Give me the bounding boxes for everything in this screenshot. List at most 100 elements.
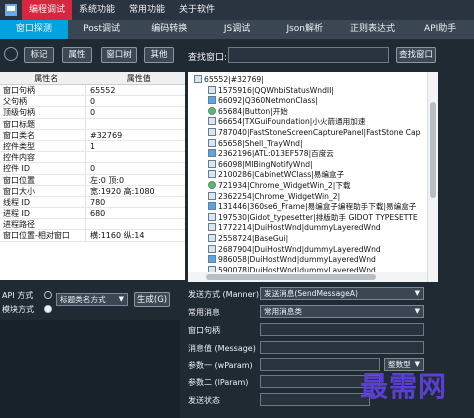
tab-json-parse[interactable]: Json解析 xyxy=(271,20,339,39)
property-row[interactable]: 窗口句柄 65552 xyxy=(0,85,185,97)
window-icon xyxy=(208,212,216,221)
property-row[interactable]: 顶级句柄 0 xyxy=(0,107,185,119)
window-tree-button[interactable]: 窗口树 xyxy=(101,47,137,63)
tree-node[interactable]: 65684|Button|开始 xyxy=(208,106,288,117)
property-value xyxy=(86,119,185,129)
generate-button[interactable]: 生成(G) xyxy=(134,292,170,307)
tab-regex[interactable]: 正则表达式 xyxy=(339,20,407,39)
property-value: 宽:1920 高:1080 xyxy=(90,186,155,196)
search-window-input[interactable] xyxy=(228,47,389,63)
tree-node-label: 2362196|ATL:013EF578|百度云 xyxy=(218,149,334,159)
send-status-label: 发送状态 xyxy=(188,396,220,405)
tree-vertical-scrollbar[interactable] xyxy=(427,72,438,282)
properties-button[interactable]: 属性 xyxy=(62,47,92,63)
window-icon xyxy=(208,138,216,147)
property-row[interactable]: 窗口位置 左:0 顶:0 xyxy=(0,174,185,186)
tree-node[interactable]: 197530|Gidot_typesetter|排版助手 GIDOT TYPES… xyxy=(208,212,418,223)
tree-node-label: 66098|MIBingNotifyWnd| xyxy=(218,159,313,169)
tree-node-label: 1575916|QQWhbiStatusWndII| xyxy=(218,85,334,95)
property-value: 0 xyxy=(90,108,96,118)
tab-encoding-convert[interactable]: 编码转换 xyxy=(135,20,203,39)
property-name: 窗口句柄 xyxy=(0,85,86,96)
tree-node[interactable]: 65658|Shell_TrayWnd| xyxy=(208,138,303,149)
tree-node-label: 1772214|DuiHostWnd|dummyLayeredWnd xyxy=(218,223,381,233)
tab-window-probe[interactable]: 窗口探测 xyxy=(0,20,68,39)
property-row[interactable]: 线程 ID 780 xyxy=(0,196,185,209)
property-name: 窗口大小 xyxy=(0,185,86,196)
crosshair-icon[interactable] xyxy=(4,47,18,61)
tree-horizontal-scrollbar[interactable] xyxy=(188,272,427,282)
tab-post-debug[interactable]: Post调试 xyxy=(68,20,136,39)
tree-node[interactable]: 1575916|QQWhbiStatusWndII| xyxy=(208,85,334,96)
menu-system-functions[interactable]: 系统功能 xyxy=(72,0,122,20)
search-window-label: 查找窗口: xyxy=(188,53,228,63)
tree-node-label: 787040|FastStoneScreenCapturePanel|FastS… xyxy=(218,128,421,137)
property-value-header: 属性值 xyxy=(126,74,151,83)
param2-label: 参数二 (lParam) xyxy=(188,378,249,387)
tree-hscroll-thumb[interactable] xyxy=(206,274,376,280)
property-name: 进程路径 xyxy=(0,219,86,230)
module-mode-radio[interactable] xyxy=(44,305,52,313)
tree-node[interactable]: 721934|Chrome_WidgetWin_2|下载 xyxy=(208,180,351,191)
send-mode-select[interactable]: 发送消息(SendMessageA) ▼ xyxy=(260,287,424,300)
menu-common-functions[interactable]: 常用功能 xyxy=(122,0,172,20)
tree-node[interactable]: 1772214|DuiHostWnd|dummyLayeredWnd xyxy=(208,222,381,233)
tab-api-helper[interactable]: API助手 xyxy=(406,20,474,39)
api-mode-label: API 方式 xyxy=(2,291,34,300)
search-window-button[interactable]: 查找窗口 xyxy=(396,47,436,63)
property-row[interactable]: 窗口标题 xyxy=(0,118,185,130)
property-value: 左:0 顶:0 xyxy=(90,175,125,185)
mode-select[interactable]: 标题类名方式 ▼ xyxy=(56,293,128,306)
code-output-area[interactable] xyxy=(0,320,180,418)
tree-node[interactable]: 2687904|DuiHostWnd|dummyLayeredWnd xyxy=(208,244,381,255)
tree-root-node[interactable]: 65552|#32769| xyxy=(194,74,264,85)
property-row[interactable]: 进程 ID 680 xyxy=(0,208,185,220)
tree-node[interactable]: 986058|DuiHostWnd|dummyLayeredWnd xyxy=(208,254,376,265)
property-row[interactable]: 窗口类名 #32769 xyxy=(0,129,185,141)
property-row[interactable]: 窗口大小 宽:1920 高:1080 xyxy=(0,185,185,197)
send-mode-label: 发送方式 (Manner) xyxy=(188,290,259,299)
window-icon xyxy=(208,149,216,158)
window-icon xyxy=(208,170,216,179)
property-row[interactable]: 进程路径 xyxy=(0,219,185,231)
mark-button[interactable]: 标记 xyxy=(24,47,54,63)
tree-node[interactable]: 2558724|BaseGui| xyxy=(208,233,288,244)
tree-node[interactable]: 2100286|CabinetWClass|易编盒子 xyxy=(208,169,344,180)
property-value: 0 xyxy=(90,164,96,174)
tree-node-label: 66092|Q360NetmonClass| xyxy=(218,96,318,106)
property-name: 窗口标题 xyxy=(0,118,86,129)
property-row[interactable]: 控件类型 1 xyxy=(0,140,185,153)
message-value-input[interactable] xyxy=(260,341,424,354)
send-status-output xyxy=(260,393,370,406)
property-row[interactable]: 窗口位置-相对窗口 横:1160 纵:14 xyxy=(0,230,185,242)
property-name: 窗口类名 xyxy=(0,129,86,140)
property-row[interactable]: 控件 ID 0 xyxy=(0,163,185,175)
tab-js-debug[interactable]: JS调试 xyxy=(203,20,271,39)
other-button[interactable]: 其他 xyxy=(144,47,174,63)
property-row[interactable]: 控件内容 xyxy=(0,152,185,164)
chevron-down-icon: ▼ xyxy=(118,295,124,303)
tree-node[interactable]: 2362196|ATL:013EF578|百度云 xyxy=(208,148,334,159)
window-handle-input[interactable] xyxy=(260,323,424,336)
common-message-select[interactable]: 常用消息类 ▼ xyxy=(260,305,424,318)
property-value: 680 xyxy=(90,209,106,219)
tree-node[interactable]: 131446|360se6_Frame|易编盒子编程助手下载|易编盒子 xyxy=(208,201,416,212)
api-mode-radio[interactable] xyxy=(44,291,52,299)
menu-about[interactable]: 关于软件 xyxy=(172,0,222,20)
param1-label: 参数一 (wParam) xyxy=(188,361,253,370)
window-icon xyxy=(208,244,216,253)
property-row[interactable]: 父句柄 0 xyxy=(0,96,185,108)
tree-node[interactable]: 2362254|Chrome_WidgetWin_2| xyxy=(208,191,340,202)
property-name: 控件内容 xyxy=(0,152,86,163)
common-message-value: 常用消息类 xyxy=(264,307,302,316)
tree-node[interactable]: 66098|MIBingNotifyWnd| xyxy=(208,159,313,170)
tree-node[interactable]: 66654|TXGuiFoundation|小火箭通用加速 xyxy=(208,116,365,127)
window-handle-label: 窗口句柄 xyxy=(188,326,220,335)
watermark-logo: 最需网 xyxy=(360,370,448,403)
top-menu-bar: 编程调试 系统功能 常用功能 关于软件 xyxy=(0,0,474,20)
menu-programming-debug[interactable]: 编程调试 xyxy=(22,0,73,20)
tree-node[interactable]: 66092|Q360NetmonClass| xyxy=(208,95,318,106)
tree-node[interactable]: 787040|FastStoneScreenCapturePanel|FastS… xyxy=(208,127,420,138)
tree-node-label: 131446|360se6_Frame|易编盒子编程助手下载|易编盒子 xyxy=(218,202,417,212)
tree-scroll-thumb[interactable] xyxy=(430,102,436,198)
